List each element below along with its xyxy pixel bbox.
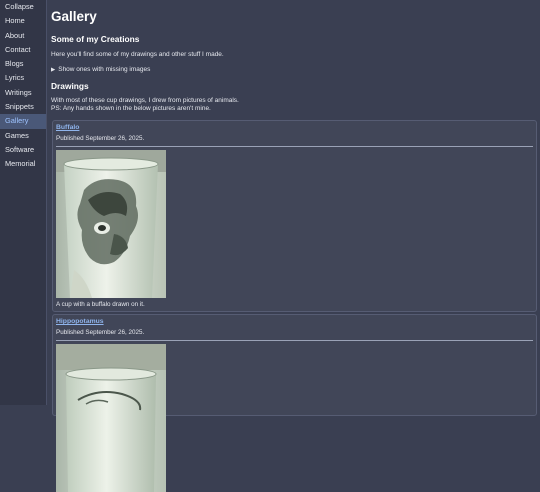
sidebar-nav: Collapse Home About Contact Blogs Lyrics…: [0, 0, 47, 405]
sidebar-item-blogs[interactable]: Blogs: [0, 57, 46, 71]
sidebar-item-home[interactable]: Home: [0, 14, 46, 28]
triangle-right-icon: ▶: [51, 67, 56, 73]
hippopotamus-cup-image: [56, 344, 166, 492]
sidebar-item-memorial[interactable]: Memorial: [0, 157, 46, 171]
sidebar-item-writings[interactable]: Writings: [0, 86, 46, 100]
gallery-item-caption: A cup with a buffalo drawn on it.: [56, 301, 145, 308]
sidebar-item-snippets[interactable]: Snippets: [0, 100, 46, 114]
drawings-title: Drawings: [51, 81, 89, 91]
divider: [56, 146, 533, 147]
gallery-item-date: Published September 26, 2025.: [56, 329, 145, 336]
buffalo-cup-photo: [56, 150, 166, 298]
gallery-item-title[interactable]: Hippopotamus: [56, 318, 104, 325]
buffalo-cup-image: [56, 150, 166, 298]
missing-images-toggle[interactable]: ▶ Show ones with missing images: [51, 66, 150, 73]
sidebar-item-contact[interactable]: Contact: [0, 43, 46, 57]
sidebar-item-collapse[interactable]: Collapse: [0, 0, 46, 14]
gallery-item-date: Published September 26, 2025.: [56, 135, 145, 142]
missing-images-label: Show ones with missing images: [58, 66, 151, 73]
page-title: Gallery: [51, 9, 97, 24]
sidebar-item-gallery[interactable]: Gallery: [0, 114, 46, 129]
sidebar-item-games[interactable]: Games: [0, 129, 46, 143]
divider: [56, 340, 533, 341]
hippopotamus-cup-photo: [56, 344, 166, 492]
sidebar-item-lyrics[interactable]: Lyrics: [0, 71, 46, 85]
sidebar-item-about[interactable]: About: [0, 29, 46, 43]
sidebar-item-software[interactable]: Software: [0, 143, 46, 157]
drawings-note-1: With most of these cup drawings, I drew …: [51, 97, 239, 104]
gallery-card-hippopotamus: Hippopotamus Published September 26, 202…: [52, 314, 537, 492]
section-title: Some of my Creations: [51, 34, 140, 44]
main-content: Gallery Some of my Creations Here you'll…: [51, 0, 537, 492]
intro-text: Here you'll find some of my drawings and…: [51, 51, 224, 58]
drawings-note-2: PS: Any hands shown in the below picture…: [51, 105, 211, 112]
gallery-card-buffalo: Buffalo Published September 26, 2025. A …: [52, 120, 537, 312]
gallery-item-title[interactable]: Buffalo: [56, 124, 79, 131]
